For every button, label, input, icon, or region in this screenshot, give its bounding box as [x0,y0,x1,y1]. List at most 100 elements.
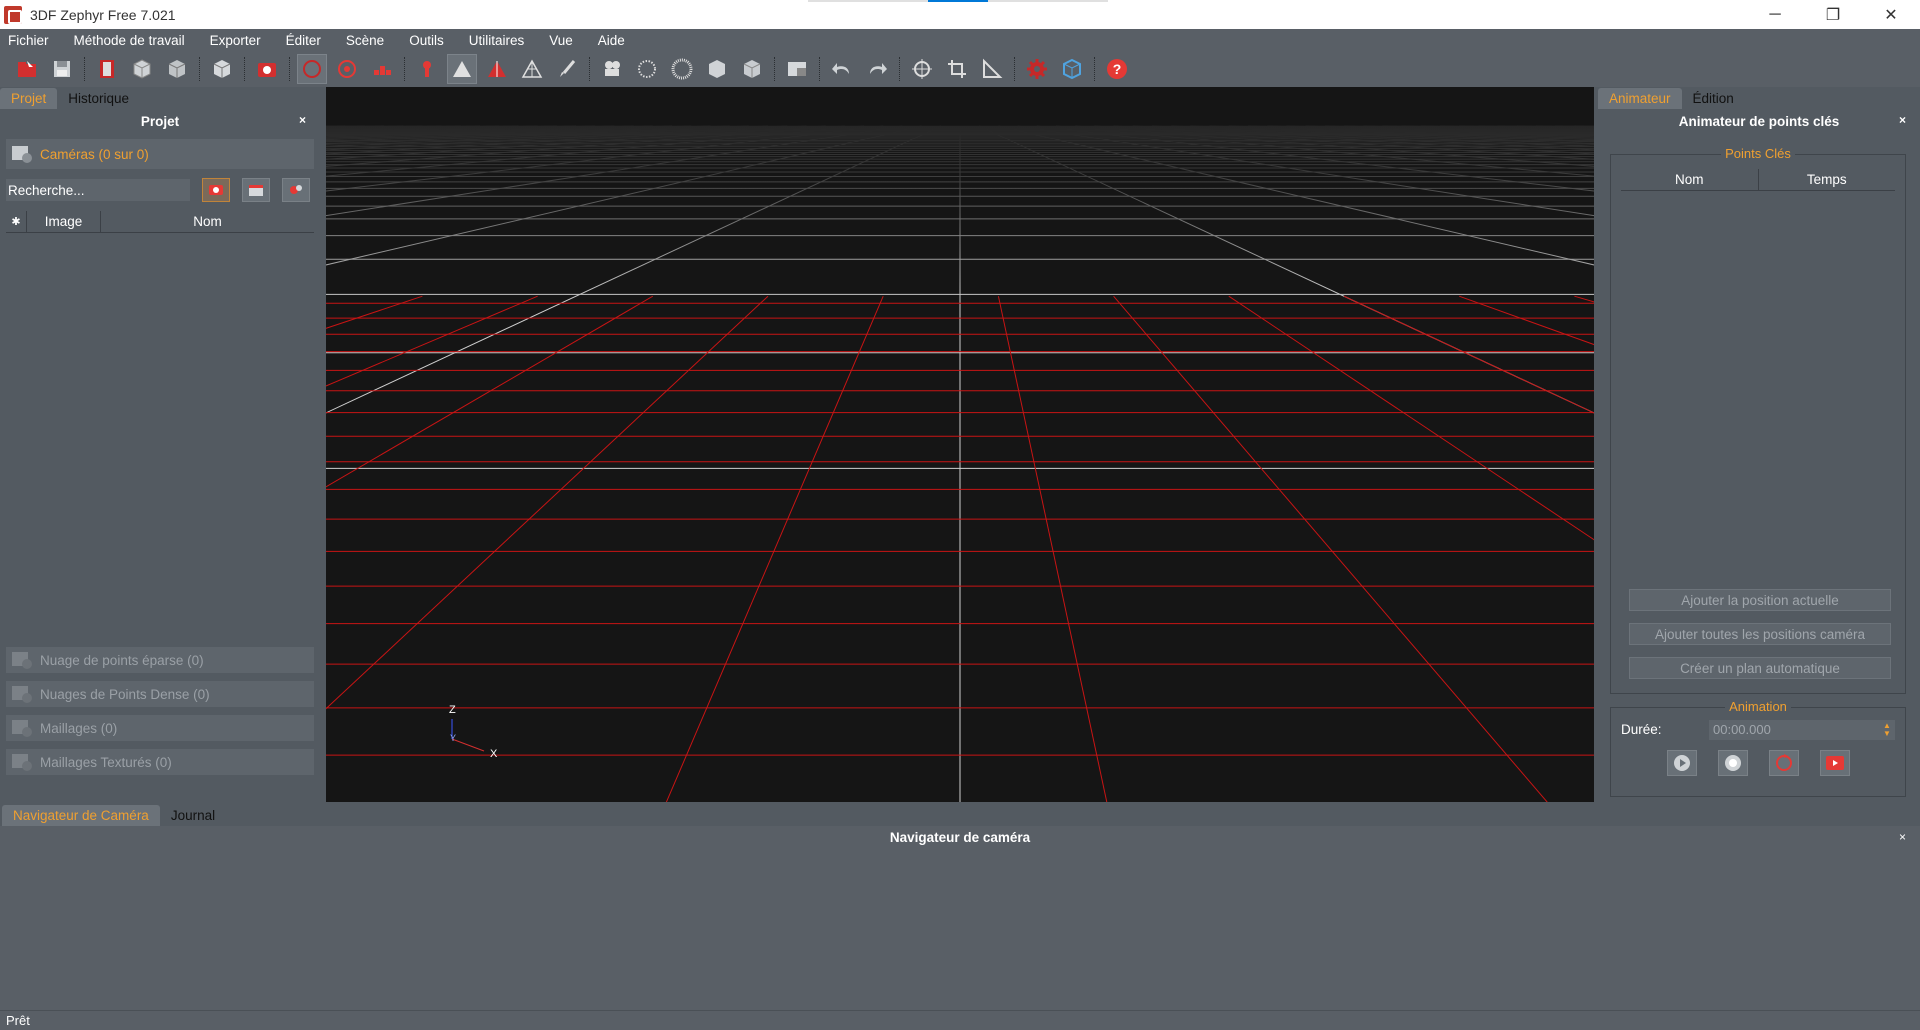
menu-vue[interactable]: Vue [545,33,577,48]
rotate-button[interactable] [907,54,937,84]
loop-button[interactable] [1769,750,1799,776]
help-button[interactable]: ? [1102,54,1132,84]
crop-button[interactable] [942,54,972,84]
add-current-position-button[interactable]: Ajouter la position actuelle [1629,589,1891,611]
play-icon [1674,755,1690,771]
create-auto-plan-button[interactable]: Créer un plan automatique [1629,657,1891,679]
ruler-icon [983,58,1003,78]
view-cube-button[interactable] [1057,54,1087,84]
crop-icon [948,60,966,78]
cube-button[interactable] [127,54,157,84]
menu-scene[interactable]: Scène [342,33,388,48]
camera-small-icon [209,185,223,195]
camera-icon [258,63,276,77]
stop-button[interactable] [1718,750,1748,776]
undo-button[interactable] [827,54,857,84]
textured-meshes-section[interactable]: Maillages Texturés (0) [6,749,314,775]
dense-cloud-section[interactable]: Nuages de Points Dense (0) [6,681,314,707]
cube-solid-button[interactable] [162,54,192,84]
sparse-cloud-section[interactable]: Nuage de points éparse (0) [6,647,314,673]
window-controls: ─ ❐ ✕ [1746,0,1920,29]
toolbar-separator [404,57,406,81]
target-button[interactable] [332,54,362,84]
tab-projet[interactable]: Projet [0,88,58,109]
triangle-red-button[interactable] [482,54,512,84]
name-column-header[interactable]: Nom [100,211,314,232]
camera-rig-button[interactable] [597,54,627,84]
image-column-header[interactable]: Image [26,211,100,232]
sparse-points-button[interactable] [367,54,397,84]
solid-cube-button[interactable] [702,54,732,84]
star-column-header[interactable]: ✱ [6,211,26,232]
camera-button[interactable] [252,54,282,84]
meshes-section[interactable]: Maillages (0) [6,715,314,741]
close-project-panel-button[interactable]: × [299,113,306,127]
add-all-camera-positions-button[interactable]: Ajouter toutes les positions caméra [1629,623,1891,645]
tab-historique[interactable]: Historique [57,88,140,109]
menu-aide[interactable]: Aide [594,33,629,48]
triangle-red-icon [488,61,506,77]
menu-utilitaires[interactable]: Utilitaires [465,33,529,48]
minimize-button[interactable]: ─ [1746,0,1804,29]
restore-button[interactable]: ❐ [1804,0,1862,29]
close-camera-navigator-button[interactable]: × [1899,830,1906,844]
textured-cube-button[interactable] [737,54,767,84]
search-input[interactable] [6,179,190,201]
menu-exporter[interactable]: Exporter [206,33,265,48]
toolbar-separator [1014,57,1016,81]
project-panel-title: Projet [140,113,180,129]
keyframe-time-column[interactable]: Temps [1757,169,1896,190]
redo-button[interactable] [862,54,892,84]
points-button[interactable] [632,54,662,84]
cameras-section[interactable]: Caméras (0 sur 0) [6,139,314,169]
new-project-button[interactable] [12,54,42,84]
ruler-button[interactable] [977,54,1007,84]
animation-group-title: Animation [1725,699,1791,714]
triangle-outline-button[interactable] [517,54,547,84]
mesh-button[interactable] [412,54,442,84]
project-sections: Nuage de points éparse (0) Nuages de Poi… [0,647,320,775]
menu-outils[interactable]: Outils [405,33,448,48]
tab-animateur[interactable]: Animateur [1598,88,1682,109]
film-button[interactable] [92,54,122,84]
tab-journal[interactable]: Journal [160,805,226,826]
axis-x-label: X [490,748,498,760]
brush-button[interactable] [552,54,582,84]
animator-title: Animateur de points clés [1678,113,1840,129]
camera-remove-button[interactable] [282,178,310,202]
dense-points-button[interactable] [667,54,697,84]
duration-spinner[interactable]: ▲ ▼ [1883,722,1891,738]
record-video-icon [1826,756,1844,770]
toolbar-separator [84,57,86,81]
calendar-icon [249,185,263,196]
calendar-filter-button[interactable] [242,178,270,202]
grid-canvas[interactable]: Z Y X [326,87,1594,802]
3d-viewport[interactable]: Z Y X [326,87,1594,802]
title-progress-track [808,0,1108,2]
duration-field[interactable]: 00:00.000 ▲ ▼ [1709,720,1895,740]
camera-remove-icon [290,185,302,194]
keyframe-name-column[interactable]: Nom [1621,169,1758,190]
playback-controls [1667,750,1871,776]
close-window-button[interactable]: ✕ [1862,0,1920,29]
triangle-button[interactable] [447,54,477,84]
window-title: 3DF Zephyr Free 7.021 [30,6,176,23]
menu-fichier[interactable]: Fichier [4,33,53,48]
save-button[interactable] [47,54,77,84]
tab-camera-navigator[interactable]: Navigateur de Caméra [2,805,160,826]
menu-methode[interactable]: Méthode de travail [70,33,189,48]
camera-navigator-content: Navigateur de caméra × [0,826,1920,1010]
close-animator-button[interactable]: × [1899,113,1906,127]
orbit-button[interactable] [297,54,327,84]
solid-cube-icon [709,60,725,78]
tab-edition[interactable]: Édition [1682,88,1745,109]
export-cube-button[interactable] [207,54,237,84]
camera-filter-button[interactable] [202,178,230,202]
window-button[interactable] [782,54,812,84]
settings-icon [1027,59,1047,79]
settings-button[interactable] [1022,54,1052,84]
play-button[interactable] [1667,750,1697,776]
animator-title-bar: Animateur de points clés × [1598,109,1920,133]
menu-editer[interactable]: Éditer [282,33,325,48]
record-video-button[interactable] [1820,750,1850,776]
